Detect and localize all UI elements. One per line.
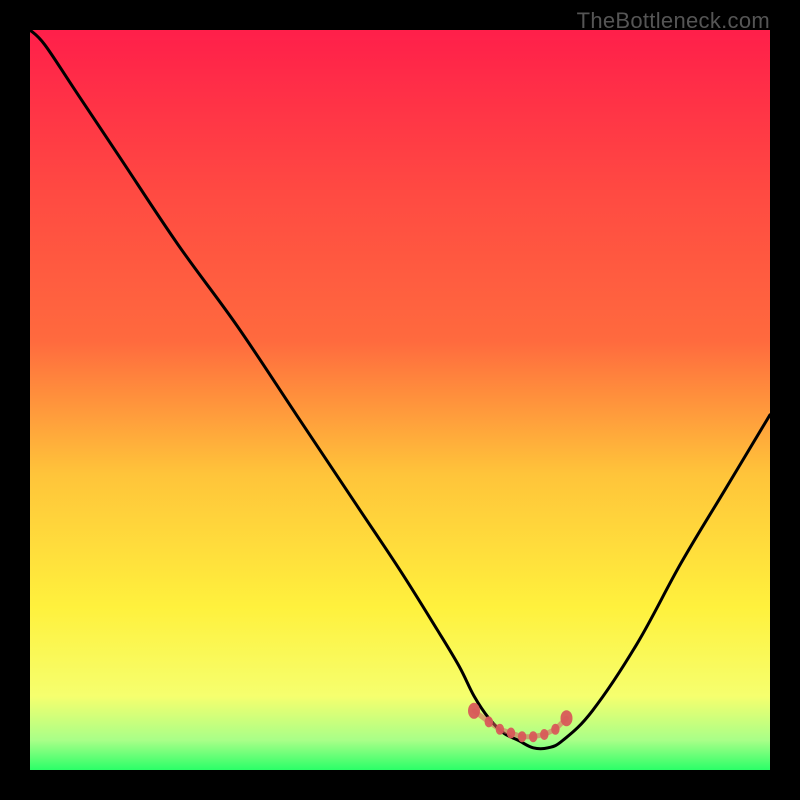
chart-svg [30,30,770,770]
chart-frame: TheBottleneck.com [0,0,800,800]
gradient-background [30,30,770,770]
watermark-text: TheBottleneck.com [577,8,770,34]
plot-area [30,30,770,770]
